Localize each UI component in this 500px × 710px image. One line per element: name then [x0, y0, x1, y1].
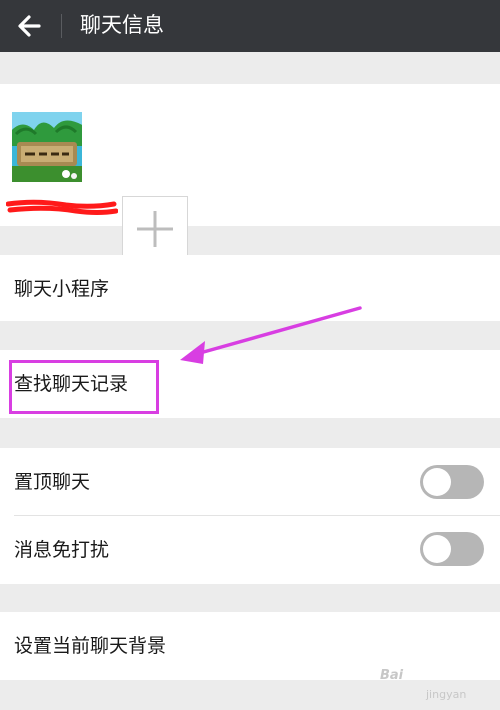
row-divider	[14, 515, 500, 516]
member-avatar[interactable]	[12, 112, 82, 182]
arrow-left-icon	[18, 15, 41, 37]
set-chat-background-label: 设置当前聊天背景	[14, 635, 167, 657]
pin-chat-label: 置顶聊天	[14, 471, 91, 493]
toggle-knob	[423, 468, 451, 496]
annotation-highlight-box	[9, 360, 159, 414]
group-avatar-image	[12, 112, 82, 182]
mute-label: 消息免打扰	[14, 539, 110, 561]
plus-icon	[137, 211, 173, 247]
add-member-button[interactable]	[122, 196, 188, 262]
watermark-subtext: jingyan	[426, 688, 467, 701]
title-bar: 聊天信息	[0, 0, 500, 52]
back-button[interactable]	[12, 8, 48, 44]
pin-chat-toggle[interactable]	[420, 465, 484, 499]
watermark-text: Bai	[380, 668, 404, 683]
redacted-name-scribble	[6, 199, 118, 215]
mute-toggle[interactable]	[420, 532, 484, 566]
page-title: 聊天信息	[80, 13, 164, 37]
chat-mini-programs-label: 聊天小程序	[14, 278, 110, 300]
title-divider	[61, 14, 62, 38]
toggle-knob	[423, 535, 451, 563]
chat-settings-group: 置顶聊天 消息免打扰	[0, 448, 500, 584]
chat-mini-programs-row[interactable]: 聊天小程序	[0, 255, 500, 321]
watermark: Bai jingyan	[380, 662, 495, 706]
